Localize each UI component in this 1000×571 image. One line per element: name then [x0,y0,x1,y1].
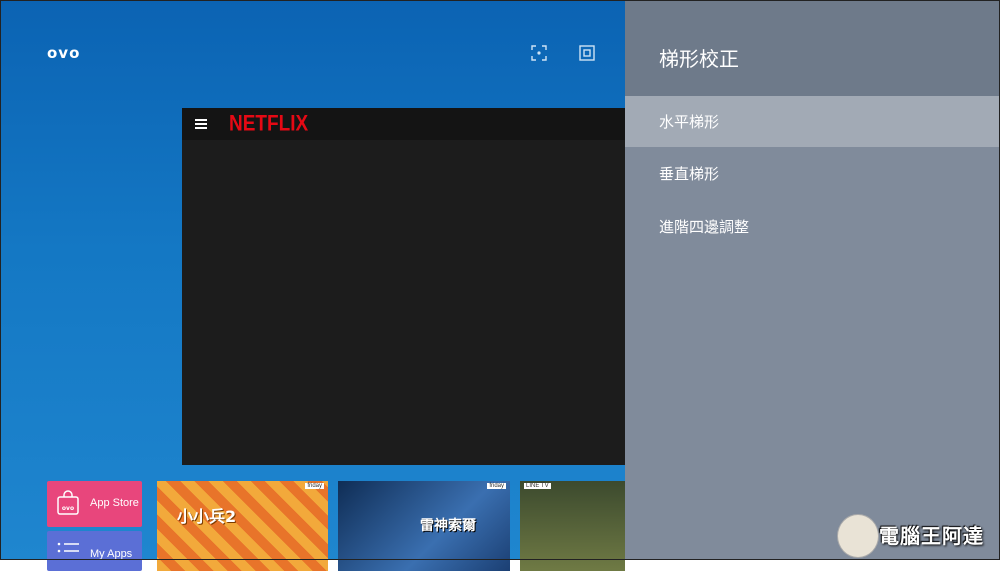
site-watermark: 電腦王阿達 [835,512,1000,560]
app-preview-window[interactable]: NETFLIX [182,108,625,465]
keystone-correction-panel: 梯形校正 水平梯形 垂直梯形 進階四邊調整 [625,0,1000,560]
my-apps-label: My Apps [90,548,133,560]
app-store-tile[interactable]: ovo App Store [47,481,142,527]
menu-item-advanced-four-corner[interactable]: 進階四邊調整 [625,201,1000,252]
poster-title: 小小兵2 [177,507,237,526]
poster-thor[interactable]: friday 雷神索爾 [338,481,510,571]
poster-badge: friday [305,483,324,489]
svg-text:ovo: ovo [62,505,74,512]
poster-minions[interactable]: friday 小小兵2 [157,481,328,571]
app-store-label: App Store [90,497,139,509]
menu-item-vertical-keystone[interactable]: 垂直梯形 [625,148,1000,199]
menu-item-label: 進階四邊調整 [659,218,750,236]
menu-item-label: 垂直梯形 [659,165,720,183]
poster-badge: friday [487,483,506,489]
poster-title: 雷神索爾 [420,518,476,534]
menu-item-label: 水平梯形 [659,113,720,131]
panel-title: 梯形校正 [659,47,739,71]
hamburger-icon[interactable] [195,119,207,129]
netflix-header-bar: NETFLIX [182,108,625,140]
poster-linetv[interactable]: LINE TV [520,481,625,571]
ovo-logo: ovo [47,44,81,62]
focus-icon[interactable] [531,45,547,61]
netflix-logo: NETFLIX [229,112,309,137]
my-apps-tile[interactable]: My Apps [47,531,142,571]
poster-badge: LINE TV [524,483,551,489]
ovo-bag-icon: ovo [57,490,79,515]
screen-fit-icon[interactable] [579,45,595,61]
mascot-icon [837,514,879,558]
panel-header: 梯形校正 [625,0,1000,96]
list-icon [57,542,79,553]
watermark-text: 電腦王阿達 [879,524,984,548]
menu-item-horizontal-keystone[interactable]: 水平梯形 [625,96,1000,147]
